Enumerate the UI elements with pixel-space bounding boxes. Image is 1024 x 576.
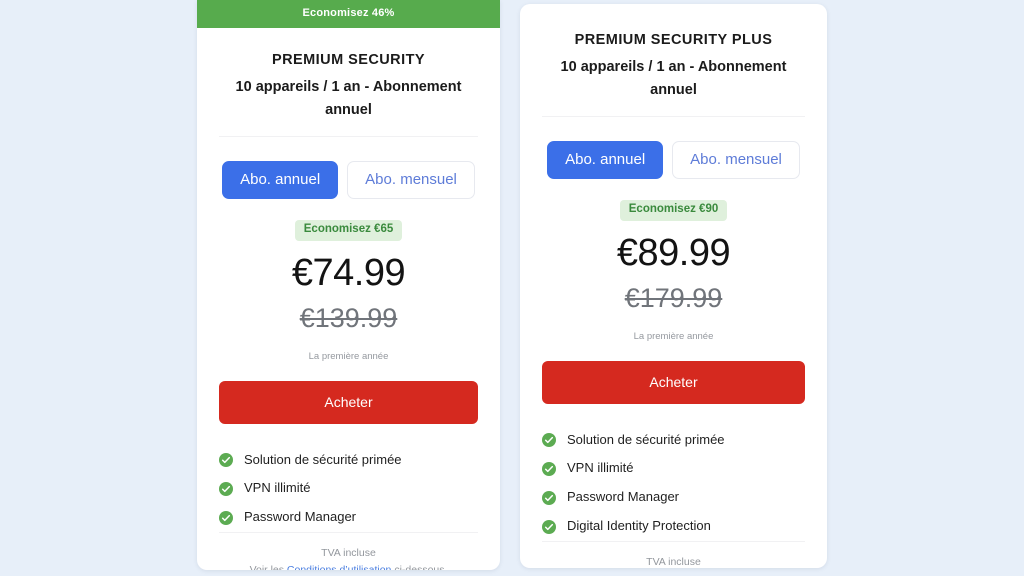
tax-note: TVA incluse [321, 547, 376, 560]
plan-subtitle: 10 appareils / 1 an - Abonnement annuel [560, 58, 787, 98]
billing-option-annual[interactable]: Abo. annuel [222, 161, 339, 200]
card-body: PREMIUM SECURITY 10 appareils / 1 an - A… [197, 28, 500, 570]
check-circle-icon [219, 452, 233, 467]
terms-link[interactable]: Conditions d’utilisation [287, 564, 391, 570]
price-current: €74.99 [291, 251, 406, 294]
buy-button[interactable]: Acheter [542, 360, 805, 404]
price-note: La première année [633, 331, 714, 343]
price-original: €179.99 [624, 283, 723, 314]
footer-divider [219, 532, 478, 534]
tax-note: TVA incluse [646, 556, 701, 568]
list-item: Solution de sécurité primée [542, 426, 805, 455]
feature-label: Solution de sécurité primée [244, 451, 402, 467]
plan-name: PREMIUM SECURITY [271, 52, 425, 68]
feature-label: VPN illimité [567, 460, 634, 476]
header-divider [219, 136, 478, 138]
list-item: VPN illimité [542, 454, 805, 483]
list-item: Password Manager [542, 483, 805, 512]
feature-list: Solution de sécurité primée VPN illimité… [219, 446, 478, 533]
plan-name: PREMIUM SECURITY PLUS [574, 32, 773, 48]
list-item: VPN illimité [219, 474, 478, 503]
footer-divider [542, 541, 805, 543]
terms-suffix: ci-dessous. [391, 564, 447, 570]
list-item: Solution de sécurité primée [219, 446, 478, 475]
plan-subtitle: 10 appareils / 1 an - Abonnement annuel [235, 78, 462, 118]
billing-option-annual[interactable]: Abo. annuel [547, 141, 664, 180]
price-current: €89.99 [616, 231, 731, 274]
check-circle-icon [542, 490, 556, 505]
check-circle-icon [542, 432, 556, 447]
price-note: La première année [308, 351, 389, 363]
feature-label: Digital Identity Protection [567, 518, 711, 534]
card-footer: TVA incluse Voir les Conditions d’utilis… [219, 532, 478, 570]
header-divider [542, 116, 805, 118]
feature-label: Password Manager [244, 509, 356, 525]
savings-badge-wrap: Economisez €90 [542, 199, 805, 221]
pricing-card-premium-security-plus: PREMIUM SECURITY PLUS 10 appareils / 1 a… [520, 4, 827, 568]
feature-label: Password Manager [567, 489, 679, 505]
price-original: €139.99 [299, 303, 398, 334]
feature-label: VPN illimité [244, 480, 311, 496]
terms-prefix: Voir les [250, 564, 287, 570]
billing-option-monthly[interactable]: Abo. mensuel [347, 161, 475, 200]
billing-period-toggle: Abo. annuel Abo. mensuel [219, 161, 478, 200]
billing-period-toggle: Abo. annuel Abo. mensuel [542, 141, 805, 180]
card-footer: TVA incluse Voir les Conditions d’utilis… [542, 541, 805, 568]
pricing-page: Economisez 46% PREMIUM SECURITY 10 appar… [0, 0, 1024, 576]
pricing-card-premium-security: Economisez 46% PREMIUM SECURITY 10 appar… [197, 0, 500, 570]
savings-badge: Economisez €90 [619, 200, 728, 221]
check-circle-icon [219, 510, 233, 525]
list-item: Password Manager [219, 503, 478, 532]
terms-line: Voir les Conditions d’utilisation ci-des… [219, 562, 478, 570]
buy-button[interactable]: Acheter [219, 380, 478, 424]
check-circle-icon [542, 519, 556, 534]
promo-banner: Economisez 46% [197, 0, 500, 28]
card-body: PREMIUM SECURITY PLUS 10 appareils / 1 a… [520, 4, 827, 568]
savings-badge: Economisez €65 [294, 220, 403, 241]
billing-option-monthly[interactable]: Abo. mensuel [672, 141, 800, 180]
list-item: Digital Identity Protection [542, 512, 805, 541]
check-circle-icon [219, 481, 233, 496]
feature-list: Solution de sécurité primée VPN illimité… [542, 426, 805, 542]
savings-badge-wrap: Economisez €65 [219, 219, 478, 241]
plan-header: PREMIUM SECURITY PLUS 10 appareils / 1 a… [542, 4, 805, 102]
check-circle-icon [542, 461, 556, 476]
plan-header: PREMIUM SECURITY 10 appareils / 1 an - A… [219, 28, 478, 122]
feature-label: Solution de sécurité primée [567, 431, 725, 447]
